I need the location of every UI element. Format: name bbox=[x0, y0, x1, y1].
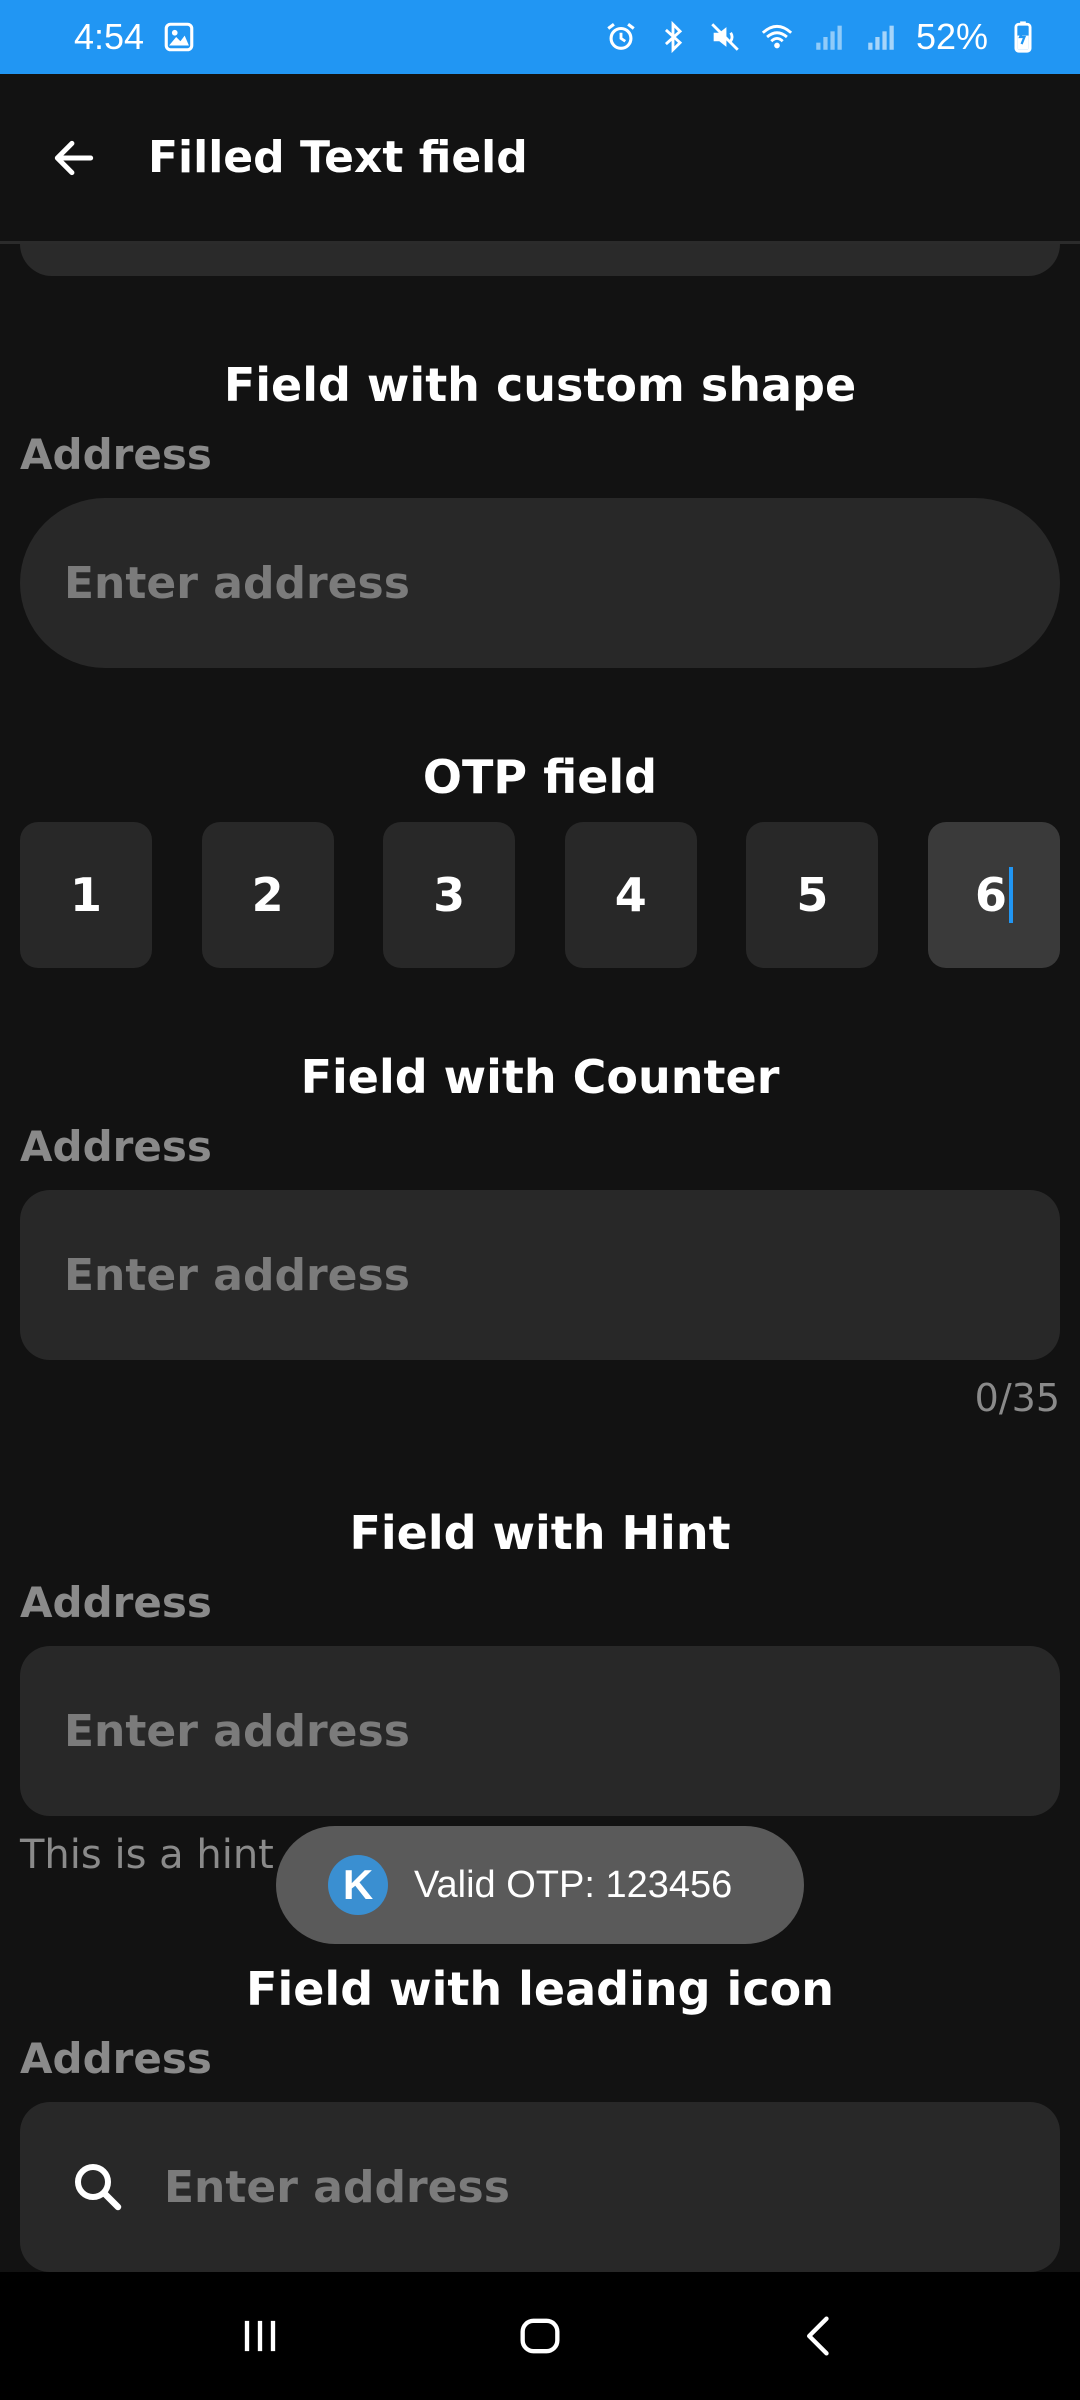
bluetooth-icon bbox=[656, 20, 690, 54]
mute-icon bbox=[708, 20, 742, 54]
address-field-hint[interactable]: Enter address bbox=[20, 1646, 1060, 1816]
toast: K Valid OTP: 123456 bbox=[276, 1826, 804, 1944]
battery-charging-icon bbox=[1006, 20, 1040, 54]
home-button[interactable] bbox=[480, 2286, 600, 2386]
text-caret bbox=[1008, 867, 1013, 923]
field-label-leading-icon: Address bbox=[20, 2034, 212, 2083]
scroll-content[interactable]: Field with custom shape Address Enter ad… bbox=[0, 244, 1080, 2272]
field-label-custom-shape: Address bbox=[20, 430, 212, 479]
chevron-left-icon bbox=[807, 2316, 829, 2356]
page-title: Filled Text field bbox=[148, 132, 528, 183]
gallery-icon bbox=[162, 20, 196, 54]
home-icon bbox=[520, 2318, 560, 2354]
recent-apps-button[interactable] bbox=[200, 2286, 320, 2386]
otp-digit-4: 4 bbox=[614, 868, 647, 922]
otp-box-2[interactable]: 2 bbox=[201, 822, 334, 968]
status-right: 52% bbox=[604, 16, 1040, 58]
signal-icon bbox=[812, 20, 846, 54]
section-title-otp: OTP field bbox=[422, 750, 658, 804]
status-bar: 4:54 52% bbox=[0, 0, 1080, 74]
screen: 4:54 52% Filled Text field Field with cu… bbox=[0, 0, 1080, 2400]
app-logo-icon: K bbox=[328, 1855, 388, 1915]
section-title-leading-icon: Field with leading icon bbox=[246, 1962, 834, 2016]
placeholder-leading-icon: Enter address bbox=[164, 2161, 510, 2213]
otp-box-5[interactable]: 5 bbox=[746, 822, 879, 968]
address-field-custom-shape[interactable]: Enter address bbox=[20, 498, 1060, 668]
placeholder-custom-shape: Enter address bbox=[64, 557, 410, 609]
otp-digit-5: 5 bbox=[796, 868, 829, 922]
wifi-icon bbox=[760, 20, 794, 54]
otp-box-4[interactable]: 4 bbox=[564, 822, 697, 968]
otp-box-3[interactable]: 3 bbox=[383, 822, 516, 968]
field-label-hint: Address bbox=[20, 1578, 212, 1627]
back-button[interactable] bbox=[0, 73, 148, 243]
status-left: 4:54 bbox=[74, 16, 196, 58]
back-nav-button[interactable] bbox=[760, 2286, 880, 2386]
hint-text: This is a hint bbox=[20, 1832, 274, 1878]
otp-field: 1 2 3 4 5 6 bbox=[20, 822, 1060, 968]
otp-digit-2: 2 bbox=[251, 868, 284, 922]
address-field-counter[interactable]: Enter address bbox=[20, 1190, 1060, 1360]
otp-digit-1: 1 bbox=[69, 868, 102, 922]
alarm-icon bbox=[604, 20, 638, 54]
signal-icon-2 bbox=[864, 20, 898, 54]
character-counter: 0/35 bbox=[974, 1376, 1060, 1420]
otp-digit-6: 6 bbox=[974, 868, 1007, 922]
app-bar: Filled Text field bbox=[0, 74, 1080, 244]
arrow-left-icon bbox=[54, 140, 94, 175]
recent-apps-icon bbox=[244, 2320, 276, 2352]
otp-box-1[interactable]: 1 bbox=[20, 822, 152, 968]
otp-digit-3: 3 bbox=[433, 868, 466, 922]
search-icon bbox=[68, 2157, 128, 2217]
section-title-counter: Field with Counter bbox=[300, 1050, 780, 1104]
navigation-bar bbox=[0, 2272, 1080, 2400]
text-field-partial[interactable] bbox=[20, 244, 1060, 276]
placeholder-counter: Enter address bbox=[64, 1249, 410, 1301]
status-time: 4:54 bbox=[74, 16, 145, 57]
toast-message: Valid OTP: 123456 bbox=[414, 1863, 733, 1906]
otp-box-6[interactable]: 6 bbox=[927, 822, 1060, 968]
section-title-custom-shape: Field with custom shape bbox=[223, 358, 857, 412]
placeholder-hint: Enter address bbox=[64, 1705, 410, 1757]
section-title-hint: Field with Hint bbox=[349, 1506, 731, 1560]
toast-icon-letter: K bbox=[342, 1861, 374, 1908]
field-label-counter: Address bbox=[20, 1122, 212, 1171]
address-field-leading-icon[interactable]: Enter address bbox=[20, 2102, 1060, 2272]
battery-percent: 52% bbox=[915, 16, 988, 57]
